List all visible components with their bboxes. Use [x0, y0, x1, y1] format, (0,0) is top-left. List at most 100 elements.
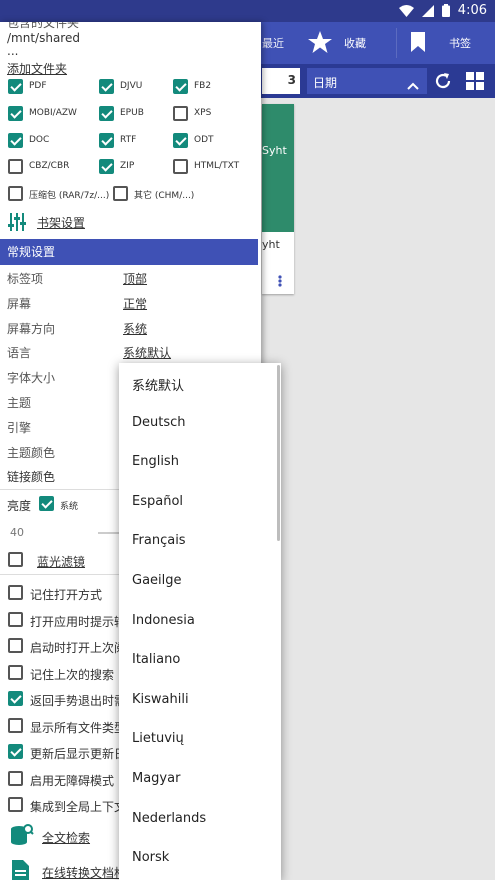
option-checkbox[interactable]: [8, 638, 23, 653]
language-option[interactable]: Gaeilge: [132, 573, 182, 588]
option-checkbox[interactable]: [8, 585, 23, 600]
setting-label: 语言: [7, 346, 32, 361]
language-option[interactable]: Norsk: [132, 850, 169, 865]
format-checkbox[interactable]: [8, 79, 23, 94]
online-convert-link[interactable]: 在线转换文档格: [42, 864, 126, 880]
setting-label: 屏幕方向: [7, 321, 56, 336]
option-label: 打开应用时提示输: [30, 614, 127, 629]
option-label: 返回手势退出时需: [30, 694, 127, 708]
option-checkbox[interactable]: [8, 691, 23, 706]
format-label: 压缩包 (RAR/7z/...): [29, 191, 110, 201]
setting-label: 字体大小: [7, 371, 56, 386]
language-option[interactable]: Français: [132, 533, 186, 548]
format-checkbox[interactable]: [99, 133, 114, 148]
format-checkbox[interactable]: [113, 186, 128, 201]
brightness-label: 亮度: [7, 499, 32, 513]
tab-favorites-label: 收藏: [344, 37, 366, 50]
database-search-icon: [10, 824, 34, 852]
format-checkbox[interactable]: [173, 79, 188, 94]
option-label: 显示所有文件类型: [30, 720, 127, 735]
language-option[interactable]: Deutsch: [132, 415, 186, 430]
option-label: 集成到全局上下文: [30, 800, 127, 814]
setting-value[interactable]: 系统: [123, 320, 147, 337]
brightness-value: 40: [10, 526, 24, 539]
setting-label: 屏幕: [7, 296, 32, 311]
option-label: 启动时打开上次阅: [30, 641, 127, 655]
option-checkbox[interactable]: [8, 797, 23, 812]
count-box: 3: [262, 68, 300, 94]
setting-value[interactable]: 顶部: [123, 270, 147, 287]
format-checkbox[interactable]: [173, 133, 188, 148]
shelf-settings-link[interactable]: 书架设置: [37, 214, 85, 231]
status-bar: 4:06: [0, 0, 495, 22]
format-label: DJVU: [120, 81, 143, 91]
tab-favorites[interactable]: 收藏: [308, 22, 366, 64]
blue-filter-link[interactable]: 蓝光滤镜: [37, 553, 85, 570]
language-option[interactable]: Magyar: [132, 771, 180, 786]
option-label: 记住打开方式: [30, 588, 103, 602]
book-cover-title: Syht: [262, 144, 287, 157]
option-checkbox[interactable]: [8, 664, 23, 680]
option-checkbox[interactable]: [8, 744, 23, 759]
folder-path[interactable]: /mnt/shared: [7, 31, 80, 45]
format-checkbox[interactable]: [8, 159, 23, 174]
format-label: 其它 (CHM/...): [134, 191, 195, 201]
format-checkbox[interactable]: [8, 186, 23, 201]
setting-label: 主题颜色: [7, 445, 56, 460]
sliders-icon: [8, 213, 26, 235]
format-label: HTML/TXT: [194, 161, 240, 171]
format-checkbox[interactable]: [99, 159, 114, 174]
format-label: ZIP: [120, 161, 135, 171]
option-checkbox[interactable]: [8, 770, 23, 786]
sort-selector[interactable]: 日期: [307, 68, 427, 94]
tab-divider: [396, 28, 397, 58]
format-checkbox[interactable]: [8, 133, 23, 148]
language-option[interactable]: Kiswahili: [132, 692, 189, 707]
book-cover: Syht: [262, 104, 294, 232]
format-checkbox[interactable]: [99, 106, 114, 121]
fulltext-search-link[interactable]: 全文检索: [42, 829, 90, 846]
more-vert-icon[interactable]: [278, 272, 282, 291]
format-checkbox[interactable]: [99, 79, 114, 94]
setting-label: 引擎: [7, 420, 32, 435]
language-option[interactable]: Indonesia: [132, 613, 195, 628]
refresh-icon[interactable]: [433, 71, 453, 95]
brightness-system-checkbox[interactable]: [39, 496, 54, 511]
book-card[interactable]: Syht yht: [262, 104, 294, 294]
format-checkbox[interactable]: [173, 106, 188, 121]
folder-ellipsis[interactable]: ...: [7, 44, 18, 58]
sort-label: 日期: [313, 76, 338, 90]
format-checkbox[interactable]: [173, 159, 188, 174]
option-checkbox[interactable]: [8, 717, 23, 733]
setting-value[interactable]: 正常: [123, 295, 147, 312]
link-color-label[interactable]: 链接颜色: [7, 468, 55, 485]
option-checkbox[interactable]: [8, 611, 23, 627]
blue-filter-checkbox[interactable]: [8, 552, 23, 567]
language-option[interactable]: 系统默认: [132, 375, 184, 394]
format-label: PDF: [29, 81, 47, 91]
grid-view-icon[interactable]: [466, 72, 484, 94]
format-label: MOBI/AZW: [29, 108, 77, 118]
option-label: 启用无障碍模式: [30, 773, 115, 788]
tab-recent[interactable]: 最近: [262, 22, 284, 64]
language-option[interactable]: Italiano: [132, 652, 180, 667]
tab-bookmarks[interactable]: 书签: [411, 22, 471, 64]
document-icon: [12, 860, 29, 880]
star-icon: [308, 30, 332, 56]
language-option[interactable]: Español: [132, 494, 183, 509]
format-label: FB2: [194, 81, 212, 91]
language-option[interactable]: Lietuvių: [132, 731, 184, 746]
signal-icon: [421, 4, 434, 17]
tab-recent-label: 最近: [262, 37, 284, 50]
language-option[interactable]: Nederlands: [132, 811, 206, 826]
chevron-up-icon: [407, 75, 419, 94]
popup-scrollbar[interactable]: [277, 365, 280, 541]
format-label: CBZ/CBR: [29, 161, 70, 171]
setting-label: 标签项: [7, 272, 44, 286]
format-checkbox[interactable]: [8, 106, 23, 121]
status-time: 4:06: [457, 3, 487, 18]
language-option[interactable]: English: [132, 454, 179, 469]
setting-value[interactable]: 系统默认: [123, 344, 171, 361]
count-value: 3: [287, 73, 296, 87]
add-folder-link[interactable]: 添加文件夹: [7, 60, 67, 77]
